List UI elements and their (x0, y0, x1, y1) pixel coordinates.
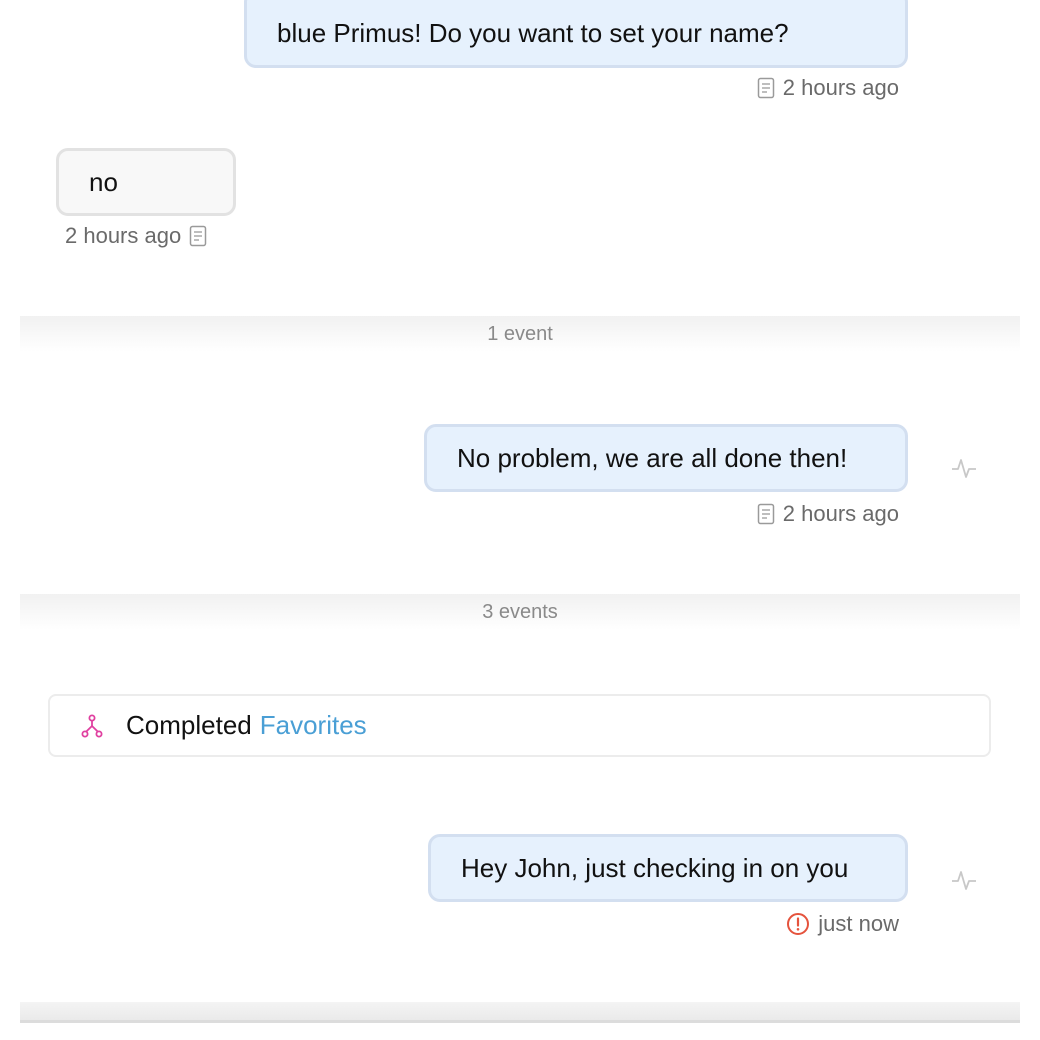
activity-icon[interactable] (950, 454, 978, 482)
event-count-label: 3 events (482, 600, 558, 623)
message-text: No problem, we are all done then! (457, 443, 848, 473)
error-circle-icon[interactable] (786, 912, 810, 936)
message-text: blue Primus! Do you want to set your nam… (277, 18, 789, 48)
document-icon (189, 225, 207, 247)
event-separator[interactable]: 3 events (20, 594, 1020, 630)
message-text: no (89, 167, 118, 197)
conversation-view: blue Primus! Do you want to set your nam… (0, 0, 1040, 1040)
document-icon (757, 77, 775, 99)
message-bubble-outgoing: No problem, we are all done then! (424, 424, 908, 492)
message-meta: 2 hours ago (65, 223, 207, 249)
message-meta: just now (786, 911, 899, 937)
message-meta: 2 hours ago (757, 75, 899, 101)
event-count-label: 1 event (487, 322, 553, 345)
message-bubble-incoming: no (56, 148, 236, 216)
message-text: Hey John, just checking in on you (461, 853, 849, 883)
flow-link[interactable]: Favorites (260, 710, 367, 741)
flow-completed-card: Completed Favorites (48, 694, 991, 757)
message-bubble-outgoing: Hey John, just checking in on you (428, 834, 908, 902)
event-separator[interactable]: 1 event (20, 316, 1020, 352)
completed-label: Completed (126, 710, 252, 740)
message-meta: 2 hours ago (757, 501, 899, 527)
message-timestamp: 2 hours ago (782, 501, 899, 526)
message-timestamp: just now (818, 911, 899, 936)
message-bubble-outgoing: blue Primus! Do you want to set your nam… (244, 0, 908, 68)
message-timestamp: 2 hours ago (65, 223, 182, 248)
flow-icon (81, 714, 103, 737)
activity-icon[interactable] (950, 866, 978, 894)
event-separator[interactable] (20, 1002, 1020, 1023)
document-icon (757, 503, 775, 525)
message-timestamp: 2 hours ago (782, 75, 899, 100)
